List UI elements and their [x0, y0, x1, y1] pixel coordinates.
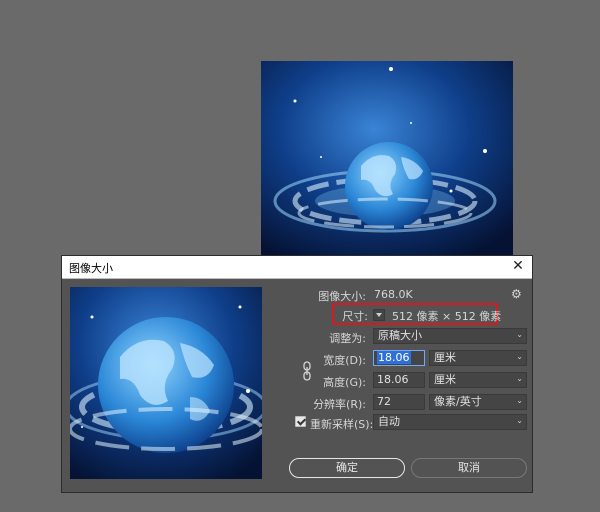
dimensions-value: 512 像素 × 512 像素	[392, 310, 502, 323]
chevron-down-icon: ⌄	[516, 352, 523, 361]
image-size-value: 768.0K	[374, 288, 413, 301]
width-unit: 厘米	[434, 351, 456, 364]
fit-to-select[interactable]: 原稿大小 ⌄	[373, 328, 527, 344]
dialog-title: 图像大小	[69, 262, 113, 275]
dialog-titlebar[interactable]: 图像大小 ✕	[62, 256, 532, 279]
resample-select[interactable]: 自动 ⌄	[373, 414, 527, 430]
canvas-image	[261, 61, 513, 256]
resolution-label: 分辨率(R):	[313, 398, 366, 411]
chevron-down-icon: ⌄	[516, 330, 523, 339]
chevron-down-icon: ⌄	[516, 416, 523, 425]
dimensions-unit-dropdown[interactable]	[373, 309, 385, 321]
cancel-button[interactable]: 取消	[411, 458, 527, 478]
image-size-dialog: 图像大小 ✕ 图像大小: 768.0K ⚙ 尺寸: 512 像素 × 512 像…	[61, 255, 533, 493]
width-input[interactable]: 18.06	[373, 350, 425, 366]
fit-to-label: 调整为:	[329, 332, 366, 345]
chevron-down-icon: ⌄	[516, 374, 523, 383]
width-unit-select[interactable]: 厘米 ⌄	[429, 350, 527, 366]
resolution-unit: 像素/英寸	[434, 395, 482, 408]
resample-checkbox[interactable]	[295, 416, 306, 427]
width-label: 宽度(D):	[323, 354, 366, 367]
height-label: 高度(G):	[323, 376, 366, 389]
fit-to-value: 原稿大小	[378, 329, 422, 342]
resolution-value: 72	[377, 395, 391, 408]
resample-value: 自动	[378, 415, 400, 428]
width-value: 18.06	[377, 351, 411, 364]
gear-icon[interactable]: ⚙	[511, 287, 522, 301]
resolution-input[interactable]: 72	[373, 394, 425, 410]
close-icon[interactable]: ✕	[510, 258, 526, 274]
resolution-unit-select[interactable]: 像素/英寸 ⌄	[429, 394, 527, 410]
height-value: 18.06	[377, 373, 409, 386]
ok-button[interactable]: 确定	[289, 458, 405, 478]
height-unit: 厘米	[434, 373, 456, 386]
dimensions-label: 尺寸:	[342, 310, 368, 323]
height-input[interactable]: 18.06	[373, 372, 425, 388]
chevron-down-icon: ⌄	[516, 396, 523, 405]
resample-label: 重新采样(S):	[310, 418, 374, 431]
height-unit-select[interactable]: 厘米 ⌄	[429, 372, 527, 388]
image-size-label: 图像大小:	[318, 290, 366, 303]
image-preview[interactable]	[70, 287, 262, 479]
